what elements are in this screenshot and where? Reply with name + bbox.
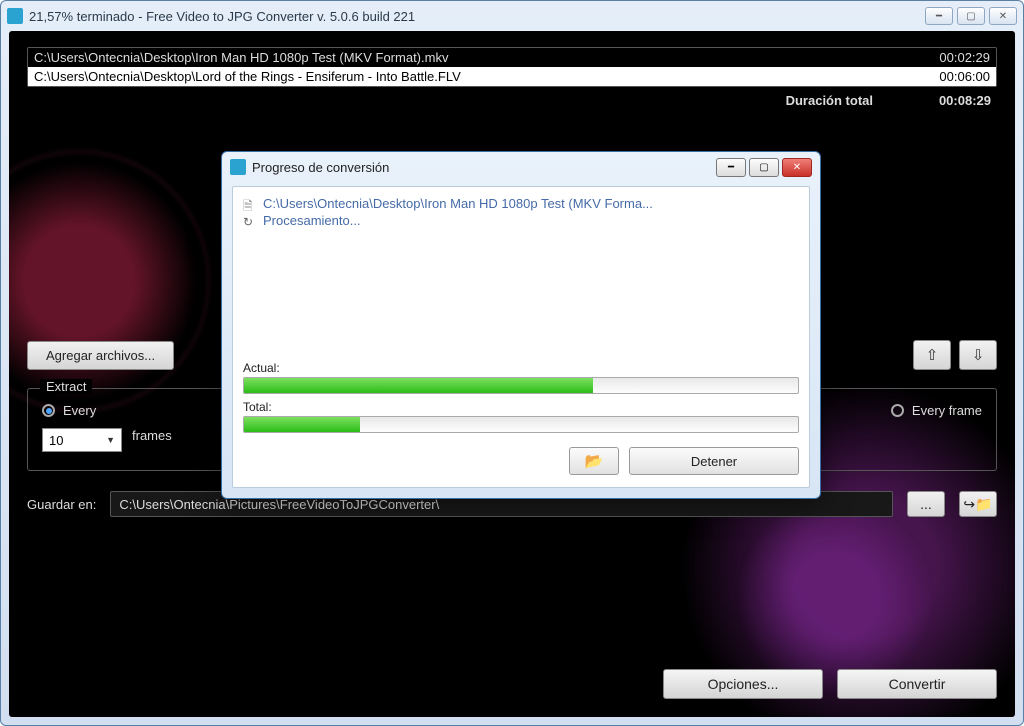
file-path: C:\Users\Ontecnia\Desktop\Lord of the Ri… xyxy=(34,69,920,84)
processing-icon xyxy=(243,214,257,228)
total-label: Total: xyxy=(243,400,799,414)
app-icon xyxy=(7,8,23,24)
dialog-maximize-button[interactable]: ▢ xyxy=(749,158,779,177)
log-status: Procesamiento... xyxy=(263,213,361,228)
close-button[interactable]: ✕ xyxy=(989,7,1017,25)
log-file-path: C:\Users\Ontecnia\Desktop\Iron Man HD 10… xyxy=(263,196,653,211)
window-title: 21,57% terminado - Free Video to JPG Con… xyxy=(29,9,925,24)
browse-button[interactable]: ... xyxy=(907,491,945,517)
dialog-app-icon xyxy=(230,159,246,175)
total-value: 00:08:29 xyxy=(921,93,991,108)
main-window: 21,57% terminado - Free Video to JPG Con… xyxy=(0,0,1024,726)
convert-button[interactable]: Convertir xyxy=(837,669,997,699)
add-files-button[interactable]: Agregar archivos... xyxy=(27,341,174,370)
dialog-titlebar[interactable]: Progreso de conversión ━ ▢ ✕ xyxy=(222,152,820,182)
every-value-combo[interactable]: 10 ▼ xyxy=(42,428,122,452)
file-list[interactable]: C:\Users\Ontecnia\Desktop\Iron Man HD 10… xyxy=(27,47,997,87)
radio-every-frame-label: Every frame xyxy=(912,403,982,418)
radio-every-label: Every xyxy=(63,403,96,418)
file-row[interactable]: C:\Users\Ontecnia\Desktop\Iron Man HD 10… xyxy=(28,48,996,67)
save-label: Guardar en: xyxy=(27,497,96,512)
frames-suffix: frames xyxy=(132,428,172,443)
open-folder-button[interactable]: 📂 xyxy=(569,447,619,475)
open-output-folder-button[interactable]: ↪📁 xyxy=(959,491,997,517)
progress-log: C:\Users\Ontecnia\Desktop\Iron Man HD 10… xyxy=(243,195,799,355)
progress-dialog: Progreso de conversión ━ ▢ ✕ C:\Users\On… xyxy=(221,151,821,499)
radio-every[interactable] xyxy=(42,404,55,417)
dialog-close-button[interactable]: ✕ xyxy=(782,158,812,177)
dialog-minimize-button[interactable]: ━ xyxy=(716,158,746,177)
file-duration: 00:06:00 xyxy=(920,69,990,84)
minimize-button[interactable]: ━ xyxy=(925,7,953,25)
radio-every-frame[interactable] xyxy=(891,404,904,417)
actual-label: Actual: xyxy=(243,361,799,375)
file-row[interactable]: C:\Users\Ontecnia\Desktop\Lord of the Ri… xyxy=(28,67,996,86)
move-up-button[interactable]: ⇧ xyxy=(913,340,951,370)
options-button[interactable]: Opciones... xyxy=(663,669,823,699)
chevron-down-icon: ▼ xyxy=(106,435,115,445)
extract-legend: Extract xyxy=(40,379,92,394)
file-icon xyxy=(243,197,257,211)
total-label: Duración total xyxy=(33,93,921,108)
stop-button[interactable]: Detener xyxy=(629,447,799,475)
dialog-title: Progreso de conversión xyxy=(252,160,716,175)
maximize-button[interactable]: ▢ xyxy=(957,7,985,25)
file-path: C:\Users\Ontecnia\Desktop\Iron Man HD 10… xyxy=(34,50,920,65)
file-duration: 00:02:29 xyxy=(920,50,990,65)
every-value: 10 xyxy=(49,433,63,448)
actual-progress-bar xyxy=(243,377,799,394)
move-down-button[interactable]: ⇩ xyxy=(959,340,997,370)
main-titlebar[interactable]: 21,57% terminado - Free Video to JPG Con… xyxy=(1,1,1023,31)
total-duration-row: Duración total 00:08:29 xyxy=(27,91,997,110)
total-progress-bar xyxy=(243,416,799,433)
